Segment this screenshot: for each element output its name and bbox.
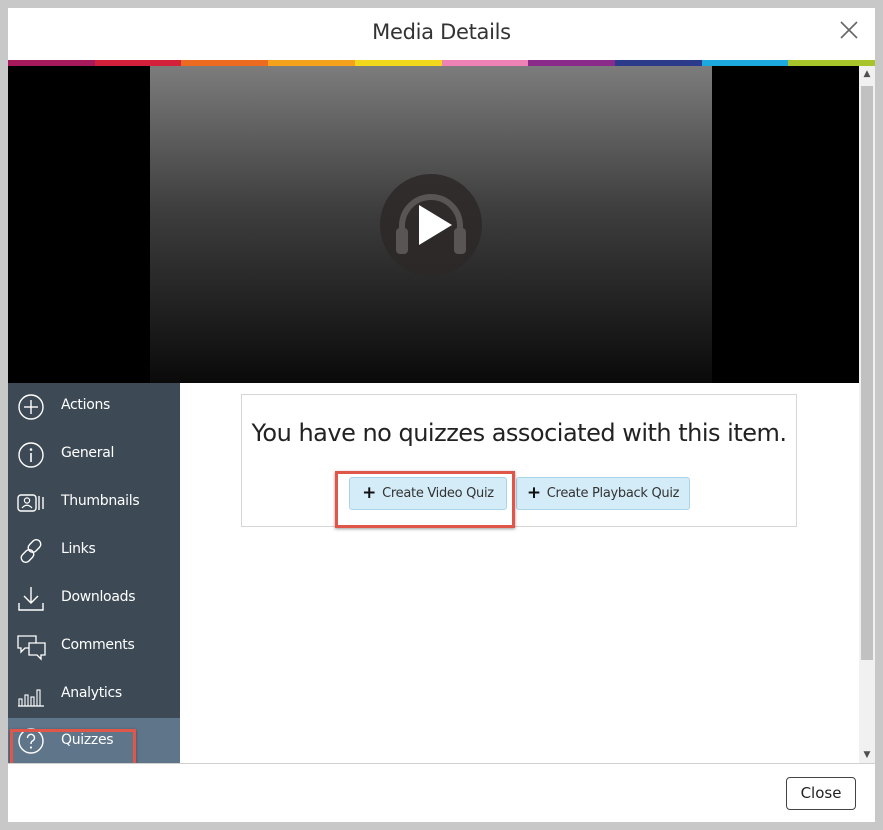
headphones-play-icon[interactable] [380,174,482,276]
sidebar-item-quizzes[interactable]: Quizzes [8,718,180,763]
content-scrollbar[interactable]: ▲ ▼ [859,66,875,763]
sidebar-item-label: Analytics [61,685,122,701]
plus-icon: + [362,483,377,503]
create-playback-quiz-label: Create Playback Quiz [546,486,680,501]
link-icon [17,537,45,565]
sidebar-nav: Actions General Thumbnails Links Downloa… [8,383,180,763]
dialog-header: Media Details [8,8,875,60]
sidebar-item-label: Thumbnails [61,493,140,509]
info-circle-icon [17,441,45,469]
dialog-footer: Close [8,763,875,822]
sidebar-item-label: Actions [61,397,111,413]
media-player[interactable] [8,66,859,383]
question-circle-icon [17,727,45,755]
sidebar-item-label: Comments [61,637,135,653]
scroll-up-icon[interactable]: ▲ [859,66,875,82]
no-quizzes-message: You have no quizzes associated with this… [251,419,787,447]
download-icon [17,585,45,613]
sidebar-item-links[interactable]: Links [8,527,180,575]
sidebar-item-thumbnails[interactable]: Thumbnails [8,479,180,527]
plus-icon: + [526,483,541,503]
close-button[interactable]: Close [786,777,856,810]
dialog-content: Actions General Thumbnails Links Downloa… [8,66,859,763]
quiz-panel: You have no quizzes associated with this… [241,394,797,527]
create-video-quiz-label: Create Video Quiz [382,486,494,501]
create-video-quiz-button[interactable]: + Create Video Quiz [349,477,507,510]
sidebar-item-label: General [61,445,115,461]
thumbnails-icon [17,489,45,517]
comments-icon [17,633,46,661]
media-details-dialog: Media Details Actions General Thumbnails… [8,8,875,822]
create-playback-quiz-button[interactable]: + Create Playback Quiz [516,477,690,510]
sidebar-item-label: Links [61,541,96,557]
plus-circle-icon [17,393,45,421]
sidebar-item-analytics[interactable]: Analytics [8,671,180,719]
analytics-icon [17,681,45,709]
sidebar-item-label: Quizzes [61,732,114,748]
close-icon[interactable] [837,18,861,42]
sidebar-item-comments[interactable]: Comments [8,623,180,671]
scrollbar-thumb[interactable] [861,86,873,660]
sidebar-item-actions[interactable]: Actions [8,383,180,431]
scroll-down-icon[interactable]: ▼ [859,747,875,763]
sidebar-item-downloads[interactable]: Downloads [8,575,180,623]
sidebar-item-label: Downloads [61,589,136,605]
sidebar-item-general[interactable]: General [8,431,180,479]
dialog-title: Media Details [372,20,511,44]
